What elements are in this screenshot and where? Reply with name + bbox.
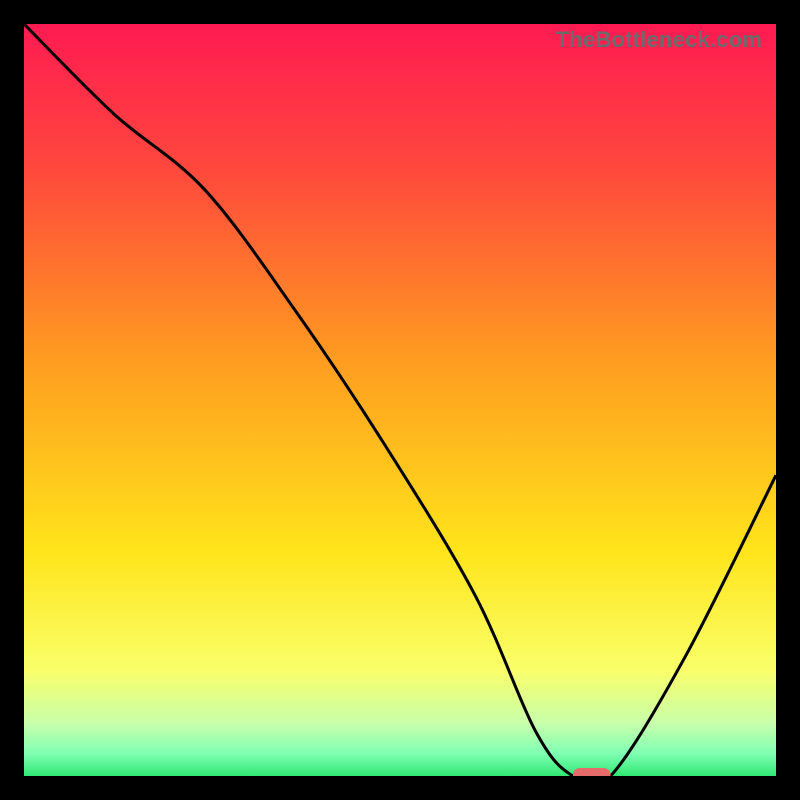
optimal-marker — [573, 768, 611, 776]
gradient-background — [24, 24, 776, 776]
chart-frame: TheBottleneck.com — [24, 24, 776, 776]
watermark-text: TheBottleneck.com — [556, 27, 762, 53]
bottleneck-chart — [24, 24, 776, 776]
